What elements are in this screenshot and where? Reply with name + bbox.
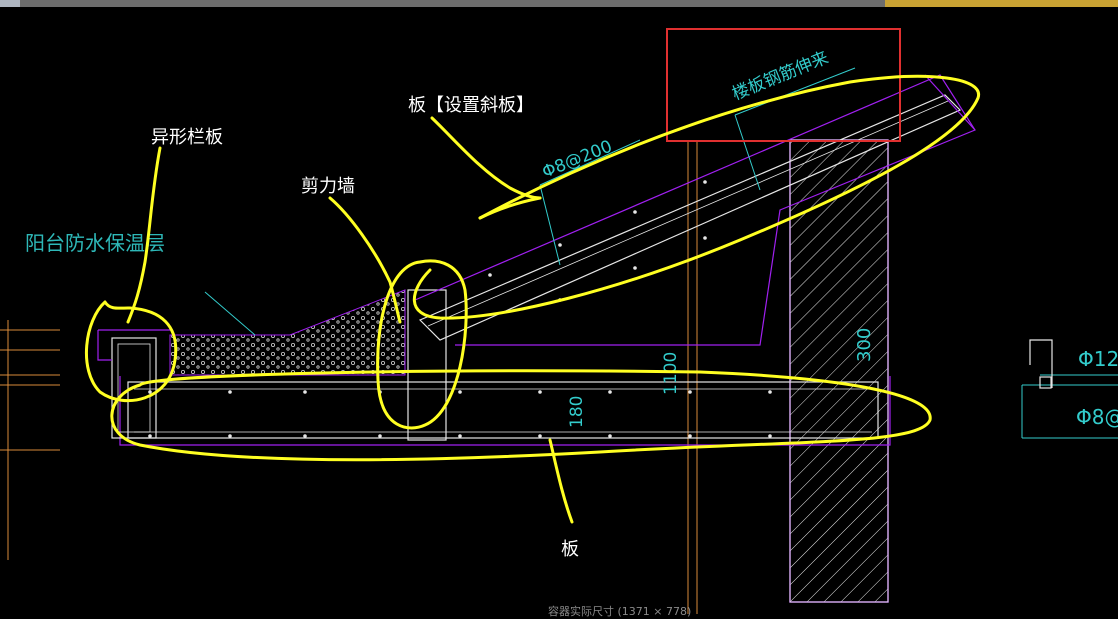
rebar-dots [148, 180, 772, 438]
label-sloped-slab: 板【设置斜板】 [408, 95, 534, 116]
cad-drawing-canvas[interactable]: 楼板钢筋伸来 Φ8@200 阳台防水保温层 1100 180 300 Φ12 Φ… [0, 0, 1118, 614]
bottom-slab [119, 376, 891, 446]
status-caption: 容器实际尺寸 (1371 × 778) [548, 605, 692, 618]
legend-key [1029, 339, 1053, 389]
label-railing: 异形栏板 [151, 127, 223, 148]
shear-wall-middle [407, 289, 447, 441]
insulation-fill [169, 289, 406, 376]
label-slab: 板 [561, 539, 579, 560]
dimension-lines [0, 140, 698, 614]
shear-wall-column [789, 139, 889, 603]
dim-180-text: 180 [567, 396, 587, 428]
sloped-slab-leader [430, 116, 542, 200]
dim-300-text: 300 [854, 328, 875, 362]
legend-phi12-text: Φ12 [1078, 347, 1118, 371]
label-shear-wall: 剪力墙 [301, 176, 355, 197]
dim-1100-text: 1100 [661, 352, 681, 395]
legend-phi8-text: Φ8@ [1076, 405, 1118, 429]
railing-block [97, 329, 170, 439]
load-note-text: 阳台防水保温层 [25, 231, 165, 255]
